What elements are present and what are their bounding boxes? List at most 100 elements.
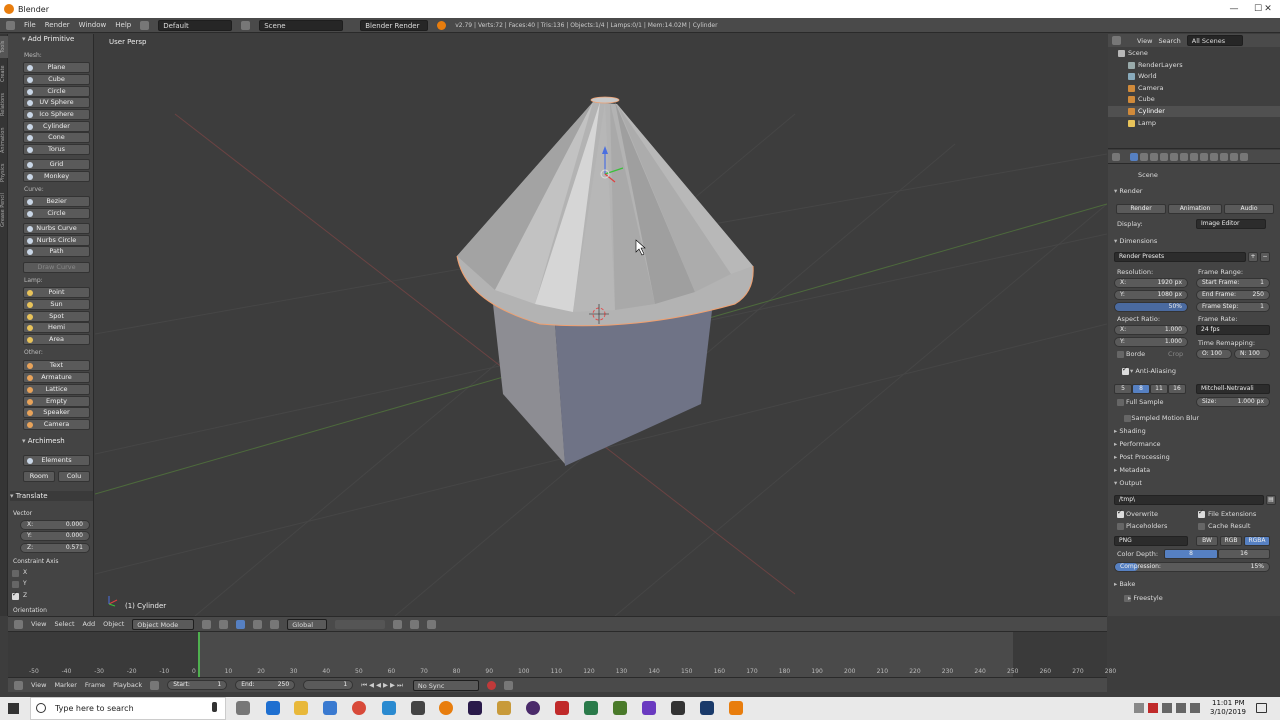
add-area-lamp-button[interactable]: Area <box>23 334 90 345</box>
shading-panel[interactable]: Shading <box>1114 427 1145 435</box>
add-cone-button[interactable]: Cone <box>23 132 90 143</box>
tl-menu-playback[interactable]: Playback <box>113 681 142 689</box>
render-presets-select[interactable]: Render Presets <box>1114 252 1246 262</box>
frame-rate-select[interactable]: 24 fps <box>1196 325 1270 335</box>
constraint-y-checkbox[interactable] <box>12 581 19 588</box>
placeholders-checkbox[interactable] <box>1117 523 1124 530</box>
add-empty-button[interactable]: Empty <box>23 396 90 407</box>
proportional-edit-icon[interactable] <box>410 619 420 629</box>
outliner-row-cube[interactable]: Cube <box>1108 94 1280 105</box>
properties-editor-type-icon[interactable] <box>1112 152 1120 161</box>
color-rgba-button[interactable]: RGBA <box>1244 536 1270 546</box>
translate-header[interactable]: Translate <box>10 491 93 501</box>
clock-date[interactable]: 3/10/2019 <box>1210 708 1246 716</box>
ie-icon[interactable] <box>382 701 396 715</box>
bake-panel[interactable]: Bake <box>1114 580 1135 588</box>
menu-file[interactable]: File <box>24 21 36 29</box>
minimize-button[interactable]: — <box>1222 0 1246 18</box>
aa-samples-5-button[interactable]: 5 <box>1114 384 1132 394</box>
tab-tools[interactable]: Tools <box>0 36 8 58</box>
display-select[interactable]: Image Editor <box>1196 219 1266 229</box>
app3-icon[interactable] <box>584 701 598 715</box>
anti-aliasing-panel-header[interactable]: Anti-Aliasing <box>1114 367 1176 375</box>
add-sun-lamp-button[interactable]: Sun <box>23 299 90 310</box>
column-button[interactable]: Colu <box>58 471 90 482</box>
add-point-lamp-button[interactable]: Point <box>23 287 90 298</box>
constraint-x-checkbox[interactable] <box>12 570 19 577</box>
tab-physics[interactable]: Physics <box>0 160 8 186</box>
outliner-row-world[interactable]: World <box>1108 71 1280 82</box>
pivot-point-icon[interactable] <box>219 619 229 629</box>
add-ico-sphere-button[interactable]: Ico Sphere <box>23 109 90 120</box>
elements-button[interactable]: Elements <box>23 455 90 466</box>
render-layers-tab-icon[interactable] <box>1140 152 1148 161</box>
color-bw-button[interactable]: BW <box>1196 536 1218 546</box>
end-frame-field[interactable]: End: 250 <box>235 680 296 690</box>
animation-button[interactable]: Animation <box>1168 204 1222 214</box>
microphone-icon[interactable] <box>212 702 217 712</box>
system-tray-icons[interactable] <box>1134 703 1204 713</box>
add-monkey-button[interactable]: Monkey <box>23 171 90 182</box>
transform-orientation-select[interactable]: Global <box>287 618 328 630</box>
time-remap-old-field[interactable]: O: 100 <box>1196 349 1232 359</box>
aspect-x-field[interactable]: X: 1.000 <box>1114 325 1188 335</box>
add-torus-button[interactable]: Torus <box>23 144 90 155</box>
add-curve-circle-button[interactable]: Circle <box>23 208 90 219</box>
snap-icon[interactable] <box>393 619 403 629</box>
scene-select[interactable]: Scene <box>259 19 344 31</box>
viewport-shading-icon[interactable] <box>202 619 212 629</box>
outliner-row-cylinder[interactable]: Cylinder <box>1108 106 1280 117</box>
viewport-editor-type-icon[interactable] <box>14 619 23 629</box>
draw-curve-button[interactable]: Draw Curve <box>23 262 90 273</box>
add-speaker-button[interactable]: Speaker <box>23 407 90 418</box>
add-path-button[interactable]: Path <box>23 246 90 257</box>
performance-panel[interactable]: Performance <box>1114 440 1160 448</box>
outliner-editor-type-icon[interactable] <box>1112 36 1121 45</box>
premiere-icon[interactable] <box>468 701 482 715</box>
outliner-row-camera[interactable]: Camera <box>1108 83 1280 94</box>
app2-icon[interactable] <box>497 701 511 715</box>
visual-studio-icon[interactable] <box>642 701 656 715</box>
tab-grease-pencil[interactable]: Grease Pencil <box>0 188 8 232</box>
aspect-y-field[interactable]: Y: 1.000 <box>1114 337 1188 347</box>
texture-tab-icon[interactable] <box>1220 152 1228 161</box>
chrome-icon[interactable] <box>352 701 366 715</box>
menu-help[interactable]: Help <box>115 21 131 29</box>
current-frame-line[interactable] <box>198 632 200 678</box>
add-preset-button[interactable]: + <box>1248 252 1258 262</box>
room-button[interactable]: Room <box>23 471 55 482</box>
viewport-scene[interactable] <box>95 34 1107 616</box>
file-format-select[interactable]: PNG <box>1114 536 1188 546</box>
timeline-editor[interactable]: -50 -40 -30 -20 -10 0 10 20 30 40 50 60 70 80 90 100 110… <box>8 631 1116 678</box>
notification-icon[interactable] <box>1256 703 1267 713</box>
mode-select[interactable]: Object Mode <box>132 618 195 630</box>
scene-tab-icon[interactable] <box>1150 152 1158 161</box>
constraints-tab-icon[interactable] <box>1180 152 1188 161</box>
taskbar-search-input[interactable]: Type here to search <box>30 697 226 720</box>
tl-menu-view[interactable]: View <box>31 681 46 689</box>
render-engine-select[interactable]: Blender Render <box>360 19 429 31</box>
current-frame-field[interactable]: 1 <box>303 680 354 690</box>
cache-result-checkbox[interactable] <box>1198 523 1205 530</box>
freestyle-panel[interactable]: Freestyle <box>1114 594 1162 602</box>
color-rgb-button[interactable]: RGB <box>1220 536 1242 546</box>
translate-manipulator-icon[interactable] <box>253 619 263 629</box>
add-armature-button[interactable]: Armature <box>23 372 90 383</box>
vp-menu-select[interactable]: Select <box>54 620 74 628</box>
remove-preset-button[interactable]: − <box>1260 252 1270 262</box>
compression-slider[interactable]: Compression: 15% <box>1114 562 1270 572</box>
data-tab-icon[interactable] <box>1200 152 1208 161</box>
outliner-menu-search[interactable]: Search <box>1158 37 1180 45</box>
time-remap-new-field[interactable]: N: 100 <box>1234 349 1270 359</box>
keying-set-icon[interactable] <box>503 680 513 690</box>
render-tab-icon[interactable] <box>1130 152 1138 161</box>
full-sample-checkbox[interactable] <box>1117 399 1124 406</box>
app-icon[interactable] <box>411 701 425 715</box>
start-frame-field[interactable]: Start: 1 <box>167 680 228 690</box>
blender-taskbar-icon-2[interactable] <box>729 701 743 715</box>
vp-menu-object[interactable]: Object <box>103 620 124 628</box>
start-frame-prop-field[interactable]: Start Frame: 1 <box>1196 278 1270 288</box>
add-nurbs-curve-button[interactable]: Nurbs Curve <box>23 223 90 234</box>
photoshop-icon[interactable] <box>700 701 714 715</box>
post-processing-panel[interactable]: Post Processing <box>1114 453 1169 461</box>
